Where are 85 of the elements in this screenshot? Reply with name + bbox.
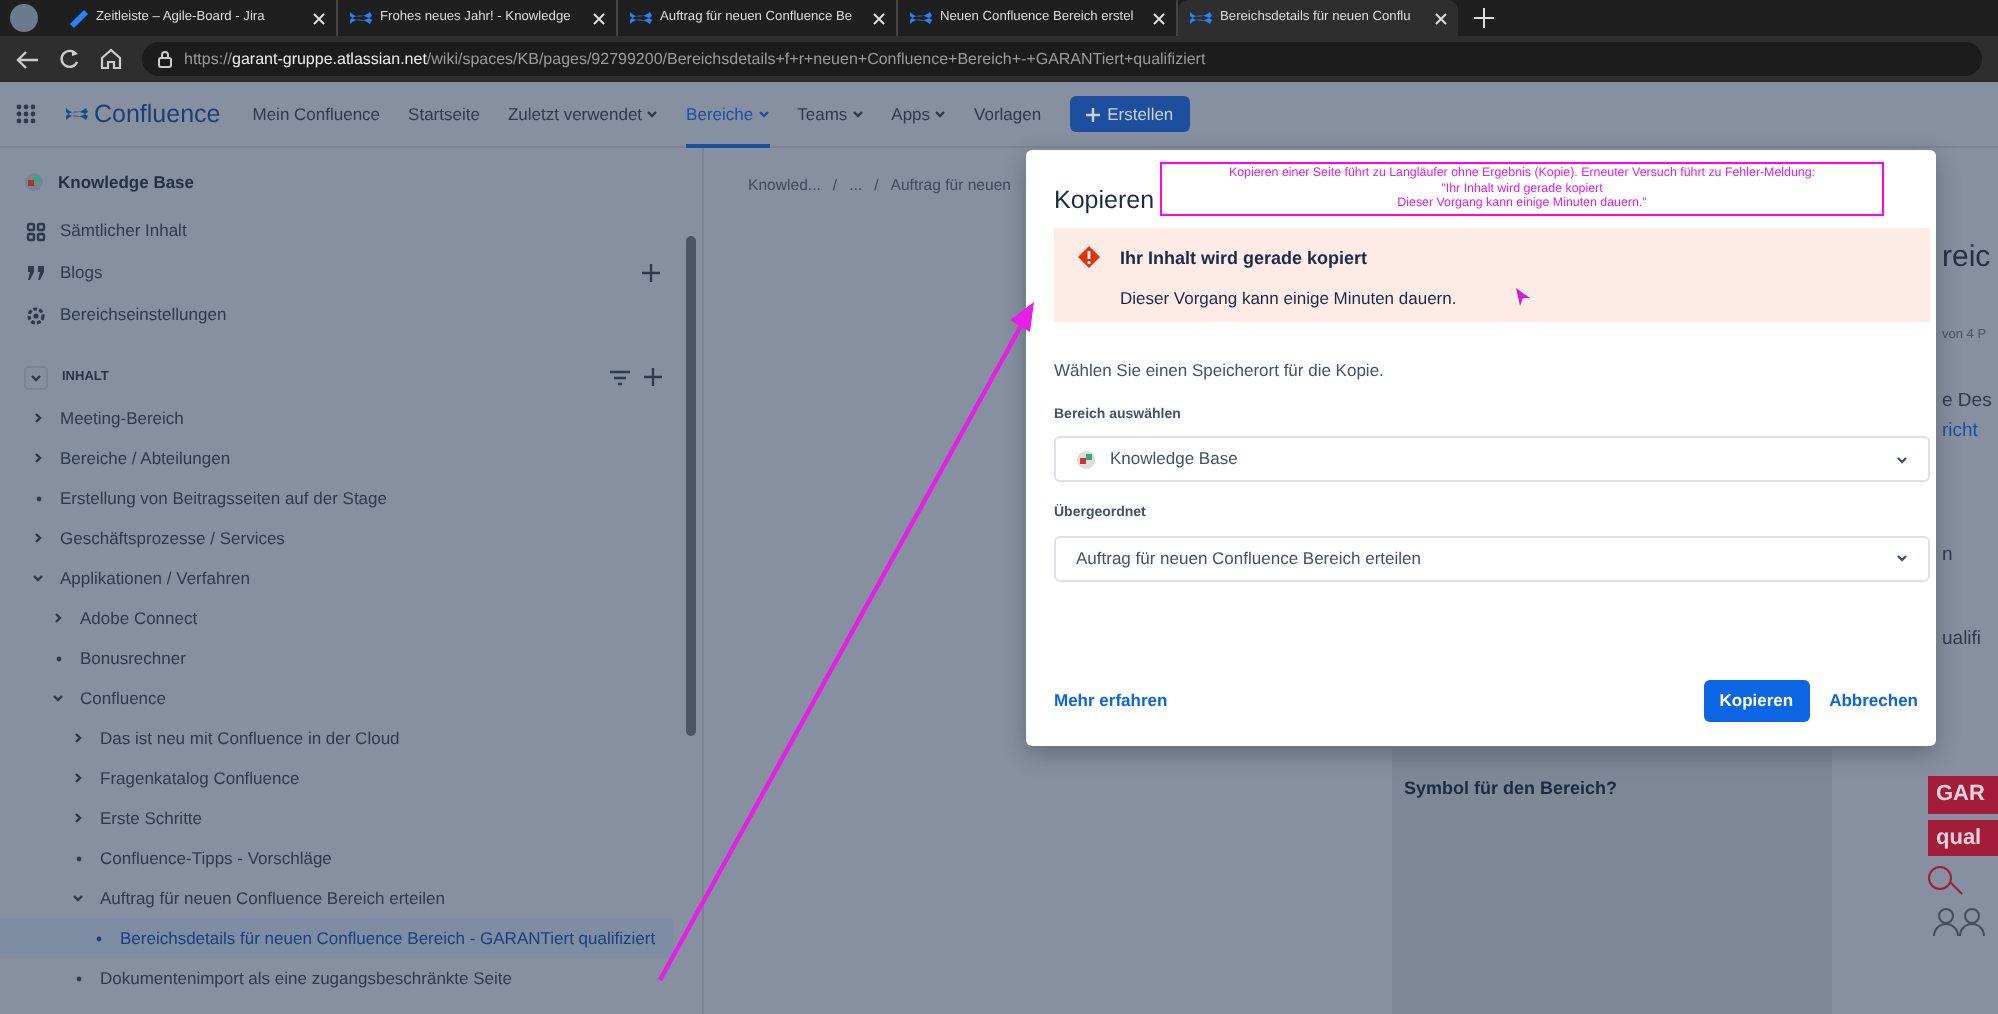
sidebar-link[interactable]: Blogs [60,260,628,286]
tree-item[interactable]: Adobe Connect [0,598,674,638]
profile-avatar[interactable] [10,4,38,32]
chevron-down-icon [1896,552,1908,565]
nav-item[interactable]: Bereiche [686,81,770,147]
settings-icon [26,305,46,325]
close-icon[interactable] [872,11,886,25]
intro-text: Wählen Sie einen Speicherort für die Kopie. [1054,358,1386,384]
home-icon[interactable] [100,48,122,70]
learn-more-link[interactable]: Mehr erfahren [1054,688,1168,714]
bullet-icon [75,975,81,981]
quote-icon [26,263,46,283]
address-field[interactable]: https://garant-gruppe.atlassian.net/wiki/spaces/KB/pages/92799200/Bereichsdetails+f+r+neuen+Confluence+Bereich+-+GARANTiert+qualifiziert [142,42,1982,76]
page-link[interactable]: richt [1942,417,1998,446]
page-heading: reic [1942,238,1993,278]
tree-item[interactable]: Geschäftsprozesse / Services [0,518,674,558]
chevron-down-icon [30,371,42,383]
chevron-down-icon [1896,453,1908,466]
url-text: https://garant-gruppe.atlassian.net/wiki/spaces/KB/pages/92799200/Bereichsdetails+f+r+neuen+Confluence+Bereich+-+GARANTiert+qualifiziert [184,47,1206,71]
reload-icon[interactable] [58,48,80,70]
back-icon[interactable] [16,49,38,69]
grid-icon [26,221,46,241]
tree-item[interactable]: Applikationen / Verfahren [0,558,674,598]
filter-icon[interactable] [610,369,630,385]
cross-arrows-icon [908,6,932,30]
sidebar-link[interactable]: Sämtlicher Inhalt [60,218,660,244]
space-icon [24,172,44,192]
tree-item[interactable]: Dokumentenimport als eine zugangsbeschränkte Seite [0,958,674,998]
logo-text: GAR [1928,776,1998,813]
bullet-icon [75,855,81,861]
space-icon [1076,449,1096,470]
product-name[interactable]: Confluence [94,95,221,133]
plus-icon[interactable] [644,368,662,386]
nav-item[interactable]: Apps [891,81,947,147]
tree-item[interactable]: Auftrag für neuen Confluence Bereich erteilen [0,878,674,918]
tree-item[interactable]: Erste Schritte [0,798,674,838]
nav-item[interactable]: Vorlagen [974,81,1042,147]
tree-item[interactable]: Confluence [0,678,674,718]
select-field[interactable]: Knowledge Base [1054,436,1930,483]
collapse-button[interactable] [24,365,48,389]
page-text: ualifi [1942,626,1984,654]
close-icon[interactable] [592,11,606,25]
select-field[interactable]: Auftrag für neuen Confluence Bereich erteilen [1054,535,1930,582]
tree-item[interactable]: Das ist neu mit Confluence in der Cloud [0,718,674,758]
cancel-button[interactable]: Abbrechen [1829,688,1918,714]
close-icon[interactable] [312,11,326,25]
plus-icon[interactable] [642,264,660,282]
page-text: n [1942,541,1955,570]
lock-icon [158,50,172,68]
nav-item[interactable]: Zuletzt verwendet [507,81,659,147]
close-icon[interactable] [1434,11,1448,25]
nav-item[interactable]: Startseite [408,81,480,147]
tree-item[interactable]: Fragenkatalog Confluence [0,758,674,798]
logo-text: qual [1928,819,1998,856]
bullet-icon [55,655,61,661]
nav-item[interactable]: Mein Confluence [252,81,381,147]
bullet-icon [95,935,101,941]
tree-item[interactable]: Erstellung von Beitragsseiten auf der Stage [0,478,674,518]
tree-item[interactable]: Bereiche / Abteilungen [0,438,674,478]
bullet-icon [35,495,41,501]
alert-title: Ihr Inhalt wird gerade kopiert [1120,246,1370,272]
dialog-title: Kopieren [1054,183,1155,218]
create-button[interactable]: Erstellen [1069,95,1190,133]
table-cell: Symbol für den Bereich? [1392,748,1832,1014]
cross-arrows-icon [64,102,88,126]
cross-arrows-icon [1188,6,1212,30]
cross-arrows-icon [348,6,372,30]
tree-item[interactable]: Bereichsdetails für neuen Confluence Bereich - GARANTiert qualifiziert [0,918,674,958]
cross-arrows-icon [628,6,652,30]
close-icon[interactable] [1152,11,1166,25]
tree-item[interactable]: Confluence-Tipps - Vorschläge [0,838,674,878]
space-name[interactable]: Knowledge Base [58,169,195,195]
plus-icon [1085,107,1100,121]
tree-item[interactable]: Meeting-Bereich [0,398,674,438]
alert-message: Dieser Vorgang kann einige Minuten dauern. [1120,285,1457,311]
cursor-icon [1516,288,1531,307]
error-icon [1078,246,1100,268]
app-switcher-icon[interactable] [16,104,36,124]
nav-item[interactable]: Teams [797,81,864,147]
copy-button[interactable]: Kopieren [1703,680,1810,722]
new-tab-icon[interactable] [1474,8,1494,28]
sidebar-link[interactable]: Bereichseinstellungen [60,302,660,328]
tree-item[interactable]: Bonusrechner [0,638,674,678]
scrollbar[interactable] [686,236,696,736]
page-text: e Des [1942,388,1994,417]
